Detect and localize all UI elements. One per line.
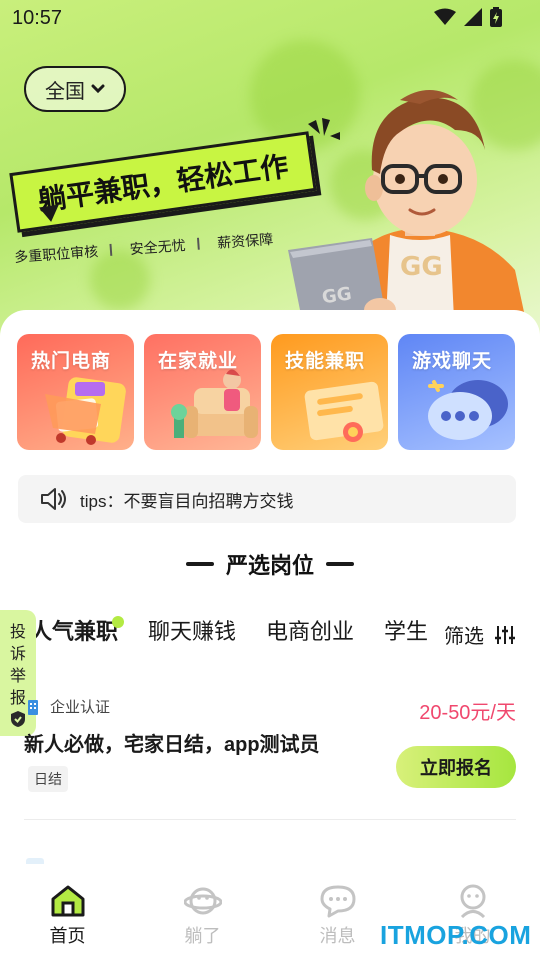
- job-title: 新人必做，宅家日结，app测试员: [24, 734, 320, 756]
- banner-tail: [38, 204, 62, 224]
- watermark: ITMOP.COM: [380, 920, 532, 950]
- svg-text:GG: GG: [400, 252, 443, 282]
- region-label: 全国: [45, 80, 85, 103]
- region-selector[interactable]: 全国: [24, 66, 126, 112]
- category-skill-jobs[interactable]: 技能兼职: [271, 334, 388, 450]
- separator: ▎: [109, 244, 119, 256]
- title-dash: [326, 562, 354, 566]
- tips-bar: tips：不要盲目向招聘方交钱: [18, 475, 516, 523]
- tab-popular[interactable]: 人气兼职: [30, 614, 125, 654]
- active-dot: [112, 616, 125, 628]
- title-dash: [185, 562, 214, 566]
- chevron-down-icon: [91, 84, 105, 94]
- category-game-chat[interactable]: 游戏聊天: [398, 334, 515, 450]
- feature-item: 多重职位审核: [13, 243, 99, 266]
- planet-icon: [183, 887, 222, 915]
- section-title-text: 严选岗位: [225, 553, 314, 578]
- separator: ▎: [197, 238, 206, 250]
- job-tag: 日结: [28, 766, 68, 792]
- job-tabs: 人气兼职 聊天赚钱 电商创业 学生: [30, 614, 438, 654]
- tab-label: 人气兼职: [30, 619, 119, 644]
- category-hot-ecommerce[interactable]: 热门电商: [17, 334, 134, 450]
- nav-label: 首页: [49, 926, 86, 946]
- svg-text:GG: GG: [321, 283, 353, 308]
- report-char: 诉: [9, 646, 26, 663]
- nav-label: 躺了: [184, 926, 221, 946]
- hero-banner: 10:57 全国 躺平兼职，轻松工作 多重职位审核 ▎ 安全无忧 ▎ 薪资保障 …: [0, 0, 540, 340]
- next-card-peek: [26, 858, 44, 864]
- status-icons: [434, 7, 502, 27]
- battery-icon: [490, 7, 502, 27]
- verify-text: 企业认证: [50, 699, 111, 716]
- message-icon: [320, 885, 355, 918]
- tips-text: tips：不要盲目向招聘方交钱: [80, 491, 294, 511]
- speaker-icon: [41, 488, 66, 510]
- job-salary: 20-50元/天: [419, 702, 516, 724]
- signal-icon: [464, 8, 482, 26]
- category-label: 在家就业: [158, 351, 239, 372]
- apply-button[interactable]: 立即报名: [396, 746, 516, 788]
- wifi-icon: [434, 8, 456, 25]
- home-icon: [51, 885, 84, 917]
- feature-item: 安全无忧: [129, 237, 187, 257]
- nav-home[interactable]: 首页: [0, 878, 135, 960]
- category-label: 热门电商: [31, 351, 112, 372]
- filter-button[interactable]: 筛选: [444, 620, 516, 649]
- status-time: 10:57: [12, 6, 63, 29]
- category-grid: 热门电商 在家就业 技能兼职 游戏聊天: [17, 334, 515, 450]
- nav-label: 消息: [319, 926, 356, 946]
- tab-ecommerce[interactable]: 电商创业: [266, 614, 354, 654]
- sliders-icon: [495, 625, 515, 644]
- category-work-from-home[interactable]: 在家就业: [144, 334, 261, 450]
- category-label: 游戏聊天: [412, 351, 493, 372]
- character-illustration: GG GG: [288, 90, 530, 340]
- tab-student[interactable]: 学生: [384, 614, 428, 654]
- job-card[interactable]: 企业认证 20-50元/天 新人必做，宅家日结，app测试员 日结 立即报名: [24, 690, 516, 820]
- slogan-text: 躺平兼职，轻松工作: [36, 150, 291, 217]
- profile-icon: [460, 884, 485, 918]
- report-char: 举: [9, 668, 26, 685]
- filter-label: 筛选: [444, 626, 484, 648]
- nav-lie-flat[interactable]: 躺了: [135, 878, 270, 960]
- building-icon: [28, 699, 38, 715]
- tab-chat-earn[interactable]: 聊天赚钱: [148, 614, 236, 654]
- feature-item: 薪资保障: [216, 230, 274, 251]
- verify-badge: 企业认证: [24, 696, 110, 717]
- category-label: 技能兼职: [285, 351, 366, 372]
- report-char: 投: [9, 624, 26, 641]
- section-title: 严选岗位: [0, 548, 540, 580]
